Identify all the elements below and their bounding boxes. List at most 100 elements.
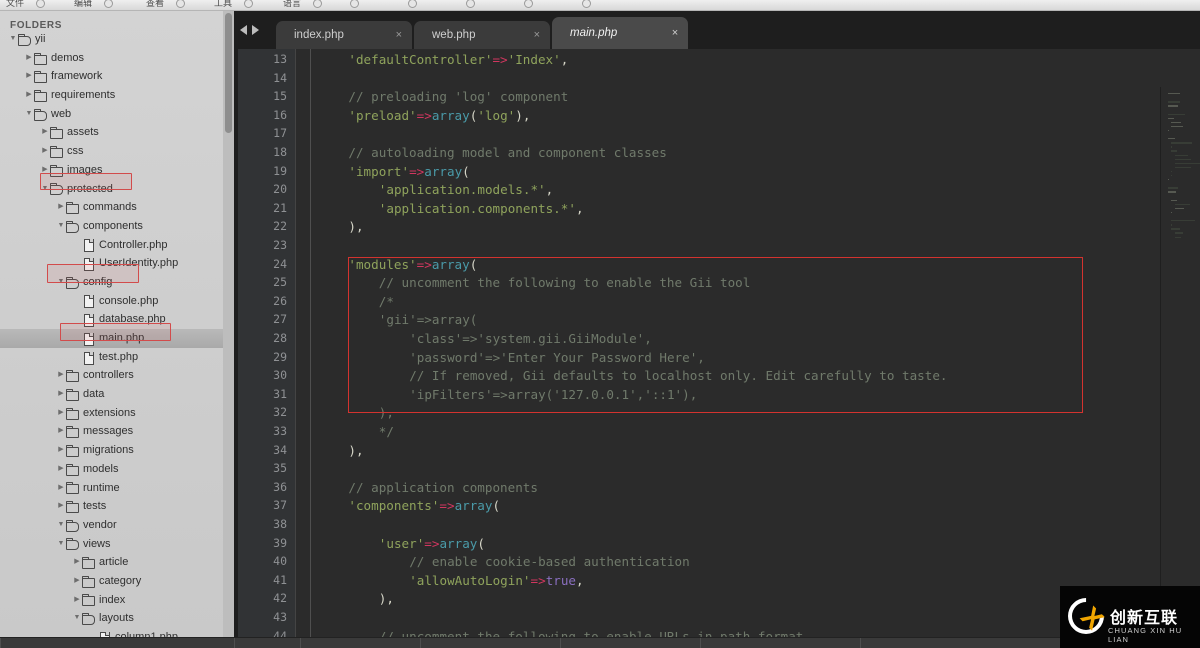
- code-token: array: [439, 535, 478, 551]
- toolbar-icon-1[interactable]: [104, 0, 113, 8]
- code-line: // enable cookie-based authentication: [409, 554, 690, 569]
- minimap-line: [1171, 121, 1181, 124]
- tree-item-main-php[interactable]: main.php: [0, 329, 234, 348]
- tree-item-yii[interactable]: ▼ yii: [0, 30, 234, 49]
- minimap-line: [1167, 191, 1176, 193]
- tree-item-tests[interactable]: ▶ tests: [0, 497, 234, 516]
- tree-item-demos[interactable]: ▶ demos: [0, 49, 234, 68]
- tab-web-php[interactable]: web.php ×: [414, 21, 550, 49]
- tree-item-requirements[interactable]: ▶ requirements: [0, 86, 234, 105]
- twisty-right-icon[interactable]: ▶: [40, 123, 50, 142]
- toolbar-item-3[interactable]: 工具: [214, 0, 232, 9]
- toolbar-item-1[interactable]: 编辑: [74, 0, 92, 9]
- toolbar-extra-icon-0[interactable]: [350, 0, 359, 8]
- twisty-right-icon[interactable]: ▶: [24, 86, 34, 105]
- twisty-right-icon[interactable]: ▶: [72, 553, 82, 572]
- tree-item-data[interactable]: ▶ data: [0, 385, 234, 404]
- tab-index-php[interactable]: index.php ×: [276, 21, 412, 49]
- tree-item-controller-php[interactable]: Controller.php: [0, 236, 234, 255]
- line-number: 33: [273, 424, 287, 438]
- toolbar-icon-4[interactable]: [313, 0, 322, 8]
- tree-item-controllers[interactable]: ▶ controllers: [0, 366, 234, 385]
- twisty-down-icon[interactable]: ▼: [8, 30, 18, 49]
- tree-item-label: assets: [67, 126, 99, 139]
- twisty-right-icon[interactable]: ▶: [72, 591, 82, 610]
- tree-item-images[interactable]: ▶ images: [0, 161, 234, 180]
- tree-item-column1-php[interactable]: column1.php: [0, 628, 234, 637]
- code-token: (: [492, 498, 501, 514]
- line-number: 26: [273, 293, 287, 308]
- toolbar-icon-0[interactable]: [36, 0, 45, 8]
- tree-item-useridentity-php[interactable]: UserIdentity.php: [0, 254, 234, 273]
- twisty-down-icon[interactable]: ▼: [56, 516, 66, 535]
- tree-item-web[interactable]: ▼ web: [0, 105, 234, 124]
- tab-nav-arrows[interactable]: [240, 23, 274, 37]
- tree-item-console-php[interactable]: console.php: [0, 292, 234, 311]
- twisty-right-icon[interactable]: ▶: [56, 479, 66, 498]
- toolbar-item-4[interactable]: 语言: [283, 0, 301, 9]
- tree-item-commands[interactable]: ▶ commands: [0, 198, 234, 217]
- tree-item-index[interactable]: ▶ index: [0, 591, 234, 610]
- code-minimap[interactable]: [1160, 87, 1200, 647]
- minimap-line: [1167, 93, 1180, 95]
- tree-item-views[interactable]: ▼ views: [0, 535, 234, 554]
- toolbar-extra-icon-1[interactable]: [408, 0, 417, 8]
- twisty-right-icon[interactable]: ▶: [56, 366, 66, 385]
- toolbar-icon-2[interactable]: [176, 0, 185, 8]
- tree-item-runtime[interactable]: ▶ runtime: [0, 479, 234, 498]
- sidebar-scrollbar-thumb[interactable]: [225, 13, 232, 133]
- twisty-right-icon[interactable]: ▶: [56, 497, 66, 516]
- code-pane[interactable]: 13 14 15 16 17 18 19 20 21 22 23 24 25 26 27 28 29 30 31 32…: [234, 49, 1200, 647]
- toolbar-extra-icon-2[interactable]: [466, 0, 475, 8]
- tree-item-css[interactable]: ▶ css: [0, 142, 234, 161]
- twisty-right-icon[interactable]: ▶: [56, 404, 66, 423]
- tree-item-extensions[interactable]: ▶ extensions: [0, 404, 234, 423]
- twisty-down-icon[interactable]: ▼: [40, 180, 50, 199]
- tree-item-vendor[interactable]: ▼ vendor: [0, 516, 234, 535]
- sidebar-scrollbar-track[interactable]: [223, 11, 234, 637]
- tree-item-components[interactable]: ▼ components: [0, 217, 234, 236]
- tab-close-icon[interactable]: ×: [672, 17, 678, 49]
- tree-item-assets[interactable]: ▶ assets: [0, 123, 234, 142]
- twisty-right-icon[interactable]: ▶: [56, 198, 66, 217]
- tab-prev-arrow-icon[interactable]: [240, 25, 247, 35]
- twisty-down-icon[interactable]: ▼: [56, 535, 66, 554]
- tree-item-messages[interactable]: ▶ messages: [0, 422, 234, 441]
- tab-next-arrow-icon[interactable]: [252, 25, 259, 35]
- tree-item-article[interactable]: ▶ article: [0, 553, 234, 572]
- tab-close-icon[interactable]: ×: [534, 21, 540, 49]
- toolbar-extra-icon-4[interactable]: [582, 0, 591, 8]
- minimap-line: [1167, 113, 1186, 115]
- tree-item-layouts[interactable]: ▼ layouts: [0, 609, 234, 628]
- twisty-right-icon[interactable]: ▶: [72, 572, 82, 591]
- tree-item-migrations[interactable]: ▶ migrations: [0, 441, 234, 460]
- toolbar-icon-3[interactable]: [244, 0, 253, 8]
- tree-item-models[interactable]: ▶ models: [0, 460, 234, 479]
- tree-item-category[interactable]: ▶ category: [0, 572, 234, 591]
- tree-item-framework[interactable]: ▶ framework: [0, 67, 234, 86]
- toolbar-extra-icon-3[interactable]: [524, 0, 533, 8]
- twisty-right-icon[interactable]: ▶: [56, 460, 66, 479]
- toolbar-item-2[interactable]: 查看: [146, 0, 164, 9]
- twisty-right-icon[interactable]: ▶: [56, 441, 66, 460]
- tab-main-php[interactable]: main.php ×: [552, 17, 688, 49]
- toolbar-item-0[interactable]: 文件: [6, 0, 24, 9]
- folder-tree[interactable]: ▼ yii ▶ demos ▶ framework ▶ requirements ▼ web ▶ as…: [0, 30, 234, 637]
- twisty-down-icon[interactable]: ▼: [56, 273, 66, 292]
- twisty-right-icon[interactable]: ▶: [56, 385, 66, 404]
- tree-item-protected[interactable]: ▼ protected: [0, 180, 234, 199]
- twisty-right-icon[interactable]: ▶: [24, 67, 34, 86]
- twisty-right-icon[interactable]: ▶: [24, 49, 34, 68]
- code-fold-bar[interactable]: [296, 49, 318, 647]
- folder-icon: [66, 463, 79, 476]
- tree-item-config[interactable]: ▼ config: [0, 273, 234, 292]
- twisty-right-icon[interactable]: ▶: [40, 161, 50, 180]
- tree-item-test-php[interactable]: test.php: [0, 348, 234, 367]
- tab-close-icon[interactable]: ×: [396, 21, 402, 49]
- twisty-right-icon[interactable]: ▶: [56, 422, 66, 441]
- twisty-right-icon[interactable]: ▶: [40, 142, 50, 161]
- twisty-down-icon[interactable]: ▼: [56, 217, 66, 236]
- twisty-down-icon[interactable]: ▼: [24, 105, 34, 124]
- tree-item-database-php[interactable]: database.php: [0, 310, 234, 329]
- twisty-down-icon[interactable]: ▼: [72, 609, 82, 628]
